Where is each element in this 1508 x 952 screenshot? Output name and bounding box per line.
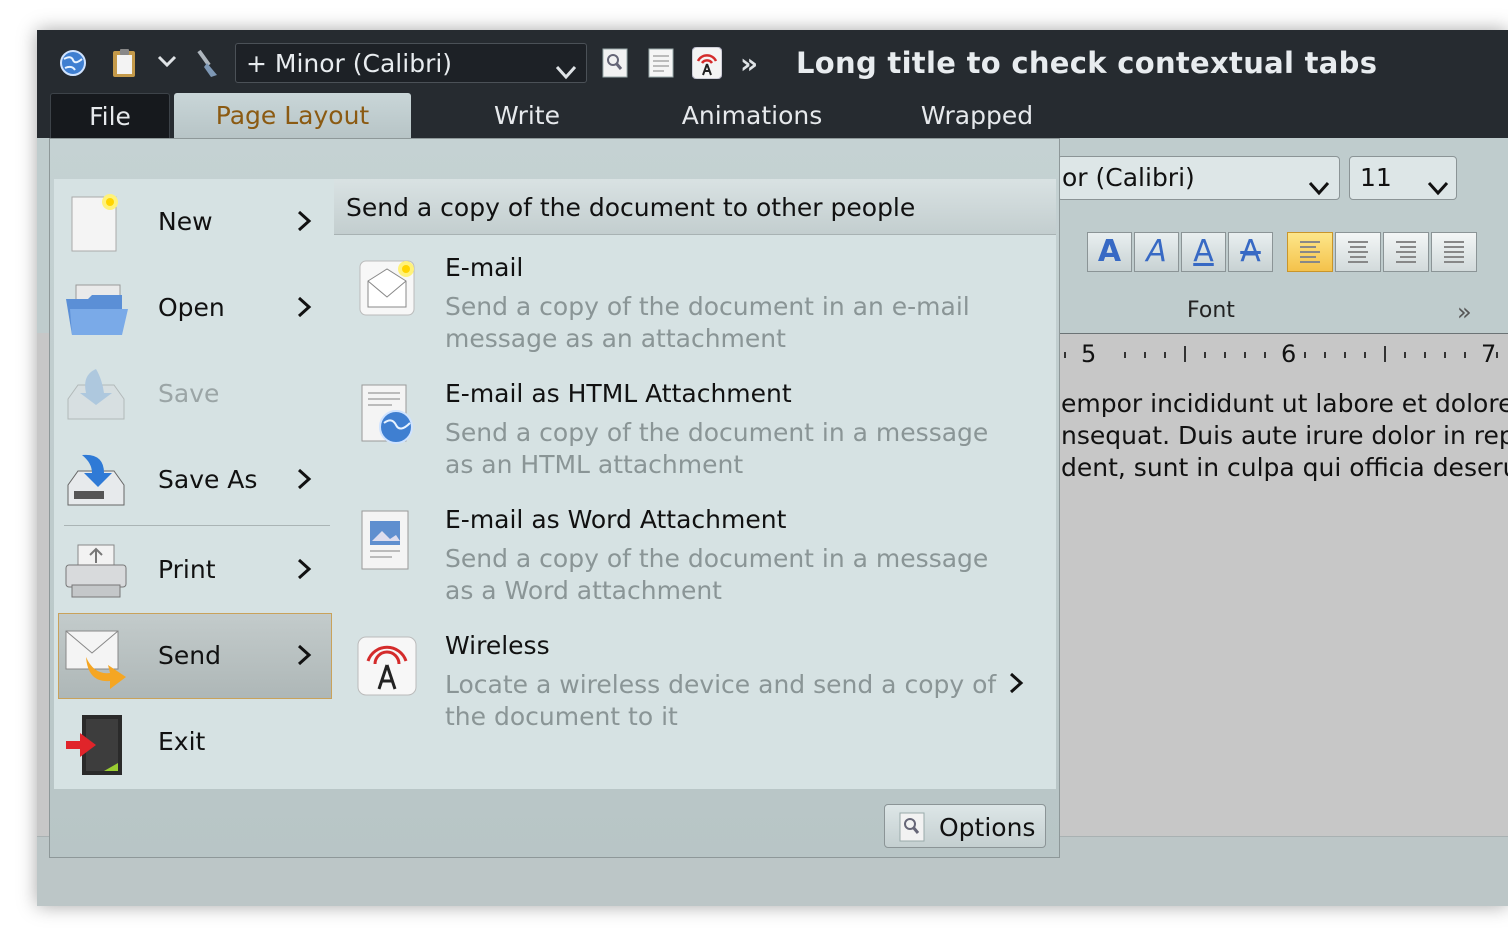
submenu-item-description: Send a copy of the document in a message… — [445, 418, 989, 479]
submenu-item-title: E-mail as HTML Attachment — [445, 379, 792, 408]
font-name-combo[interactable]: + Minor (Calibri) — [235, 43, 587, 83]
submenu-item-title: E-mail — [445, 253, 524, 282]
globe-icon[interactable] — [59, 49, 87, 81]
brush-icon[interactable] — [195, 49, 223, 83]
save-icon — [64, 365, 128, 431]
word-attachment-icon — [356, 509, 418, 577]
align-center-icon — [1348, 241, 1368, 263]
options-label: Options — [939, 813, 1036, 842]
options-icon — [899, 812, 925, 848]
document-line: empor incididunt ut labore et dolore m — [1061, 389, 1508, 418]
tab-page-layout[interactable]: Page Layout — [174, 93, 411, 139]
save-as-icon — [64, 451, 128, 517]
submenu-item-description: Send a copy of the document in an e-mail… — [445, 292, 970, 353]
document-line: nsequat. Duis aute irure dolor in repr — [1061, 421, 1508, 450]
tab-write[interactable]: Write — [447, 93, 607, 139]
menu-item-label: Open — [158, 293, 225, 322]
menu-item-label: Exit — [158, 727, 206, 756]
menu-item-save-as[interactable]: Save As — [58, 437, 332, 523]
ruler-mark: 5 — [1081, 340, 1097, 368]
font-name-value: + Minor (Calibri) — [246, 49, 453, 78]
submenu-item-email[interactable]: E-mail Send a copy of the document in an… — [334, 241, 1056, 361]
font-bold-button[interactable]: A — [1087, 232, 1132, 272]
document-icon[interactable] — [648, 48, 674, 82]
ribbon-font-size-combo[interactable]: 11 — [1349, 156, 1457, 200]
align-justify-icon — [1444, 241, 1464, 263]
email-envelope-icon — [356, 257, 418, 323]
menu-item-label: Save — [158, 379, 220, 408]
chevron-right-icon — [296, 643, 312, 673]
wireless-tower-icon — [356, 635, 418, 701]
tab-wrapped[interactable]: Wrapped — [897, 93, 1057, 139]
menu-item-label: Save As — [158, 465, 258, 494]
align-justify-button[interactable] — [1431, 232, 1477, 272]
open-folder-icon — [64, 279, 130, 345]
font-group-label: Font — [1187, 298, 1235, 323]
menu-item-save[interactable]: Save — [58, 351, 332, 437]
printer-icon — [64, 541, 128, 607]
send-mail-icon — [64, 627, 128, 695]
dropdown-chevron-icon[interactable] — [157, 54, 177, 73]
chevron-right-icon — [296, 209, 312, 239]
chevron-right-icon — [296, 557, 312, 587]
menu-item-new[interactable]: New — [58, 179, 332, 265]
exit-door-icon — [64, 713, 128, 783]
align-right-button[interactable] — [1383, 232, 1429, 272]
menu-item-send[interactable]: Send — [58, 613, 332, 699]
menu-item-print[interactable]: Print — [58, 527, 332, 613]
align-left-button[interactable] — [1287, 232, 1333, 272]
submenu-item-description: Send a copy of the document in a message… — [445, 544, 989, 605]
chevron-down-icon — [1307, 168, 1331, 210]
submenu-item-description: Locate a wireless device and send a copy… — [445, 670, 997, 731]
options-button[interactable]: Options — [884, 804, 1046, 848]
font-underline-button[interactable]: A — [1181, 232, 1226, 272]
more-icon[interactable]: » — [740, 47, 758, 80]
html-attachment-icon — [356, 383, 418, 451]
ruler: 5 6 7 — [1057, 333, 1508, 380]
menu-item-open[interactable]: Open — [58, 265, 332, 351]
new-document-icon — [64, 193, 124, 259]
align-left-icon — [1300, 241, 1320, 263]
menu-item-label: Send — [158, 641, 221, 670]
send-submenu-panel: Send a copy of the document to other peo… — [334, 179, 1056, 789]
ribbon-font-value: or (Calibri) — [1062, 163, 1195, 192]
tab-animations[interactable]: Animations — [657, 93, 847, 139]
ruler-mark: 6 — [1281, 340, 1297, 368]
align-right-icon — [1396, 241, 1416, 263]
document-line: dent, sunt in culpa qui officia deseru — [1061, 453, 1508, 482]
menu-item-label: New — [158, 207, 213, 236]
tab-file[interactable]: File — [50, 93, 170, 140]
file-menu-left-panel: New Open Save Save As Print Send Exit — [54, 179, 335, 789]
document-text[interactable]: empor incididunt ut labore et dolore m n… — [1061, 388, 1508, 484]
quick-access-toolbar: + Minor (Calibri) » Long title to check … — [37, 30, 1508, 92]
dialog-launcher-icon[interactable]: » — [1457, 298, 1472, 326]
font-strikethrough-button[interactable]: A — [1228, 232, 1273, 272]
submenu-item-email-word[interactable]: E-mail as Word Attachment Send a copy of… — [334, 493, 1056, 613]
menu-item-label: Print — [158, 555, 216, 584]
align-center-button[interactable] — [1335, 232, 1381, 272]
submenu-item-title: E-mail as Word Attachment — [445, 505, 787, 534]
search-doc-icon[interactable] — [602, 48, 628, 82]
clipboard-icon[interactable] — [110, 47, 140, 83]
wireless-icon[interactable] — [691, 46, 723, 83]
submenu-item-title: Wireless — [445, 631, 550, 660]
file-menu-popup: New Open Save Save As Print Send Exit Se… — [49, 138, 1060, 858]
font-italic-button[interactable]: A — [1134, 232, 1179, 272]
submenu-header: Send a copy of the document to other peo… — [334, 179, 1056, 235]
chevron-right-icon — [296, 295, 312, 325]
chevron-down-icon — [554, 53, 578, 93]
ruler-mark: 7 — [1481, 340, 1497, 368]
app-window: + Minor (Calibri) » Long title to check … — [37, 30, 1508, 906]
menu-item-exit[interactable]: Exit — [58, 699, 332, 785]
ribbon-font-size-value: 11 — [1360, 163, 1392, 192]
ribbon-font-combo[interactable]: or (Calibri) — [1057, 156, 1340, 200]
chevron-down-icon — [1426, 168, 1450, 210]
chevron-right-icon — [1008, 671, 1024, 699]
submenu-item-email-html[interactable]: E-mail as HTML Attachment Send a copy of… — [334, 367, 1056, 487]
submenu-item-wireless[interactable]: Wireless Locate a wireless device and se… — [334, 619, 1056, 739]
window-title: Long title to check contextual tabs — [796, 46, 1378, 80]
chevron-right-icon — [296, 467, 312, 497]
menu-separator — [64, 525, 330, 526]
